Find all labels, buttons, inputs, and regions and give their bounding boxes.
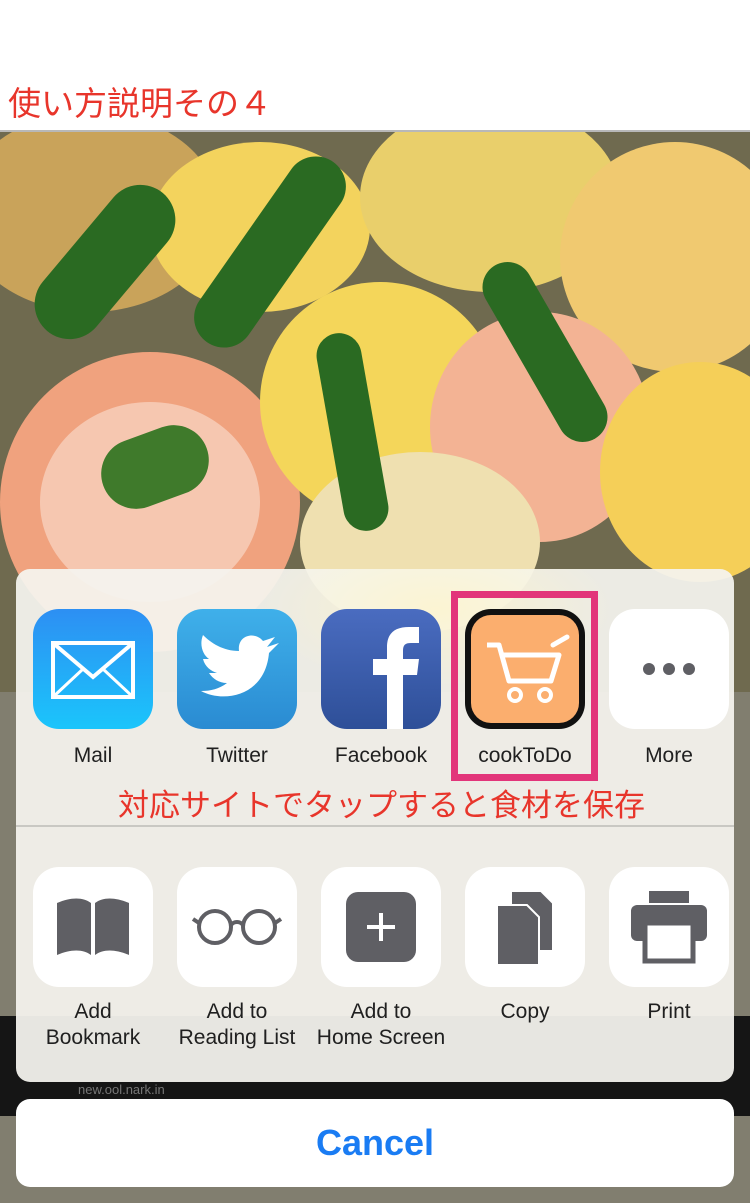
action-add-bookmark[interactable] <box>33 867 153 987</box>
action-print-label: Print <box>647 1000 691 1023</box>
book-icon <box>57 898 129 955</box>
share-app-more[interactable] <box>609 609 729 729</box>
share-app-mail-label: Mail <box>73 744 113 767</box>
twitter-bird-icon <box>201 635 279 697</box>
annotation-text: 対応サイトでタップすると食材を保存 <box>118 788 645 824</box>
mail-icon <box>51 641 135 699</box>
background-url-text: new.ool.nark.in <box>78 1082 165 1097</box>
action-add-to-reading-list[interactable] <box>177 867 297 987</box>
share-app-facebook[interactable] <box>321 609 441 729</box>
action-copy[interactable] <box>465 867 585 987</box>
cooktodo-highlight-box <box>451 591 598 781</box>
cancel-button[interactable]: Cancel <box>16 1099 734 1187</box>
glasses-icon <box>191 909 283 945</box>
printer-icon <box>631 891 707 964</box>
action-add-bookmark-label: Add Bookmark <box>45 1000 141 1049</box>
share-app-facebook-label: Facebook <box>334 744 428 767</box>
share-app-twitter-label: Twitter <box>206 744 268 767</box>
share-app-mail[interactable] <box>33 609 153 729</box>
action-copy-label: Copy <box>500 1000 550 1023</box>
facebook-f-icon <box>373 627 419 729</box>
page-title: 使い方説明その４ <box>8 84 272 123</box>
action-add-to-reading-list-label: Add to Reading List <box>178 1000 296 1049</box>
copy-icon <box>496 890 554 966</box>
action-print[interactable] <box>609 867 729 987</box>
share-app-more-label: More <box>645 744 693 767</box>
plus-square-icon <box>346 892 416 962</box>
more-dots-icon <box>643 663 695 675</box>
share-app-twitter[interactable] <box>177 609 297 729</box>
action-add-to-home-screen[interactable] <box>321 867 441 987</box>
action-add-to-home-screen-label: Add to Home Screen <box>316 1000 446 1049</box>
